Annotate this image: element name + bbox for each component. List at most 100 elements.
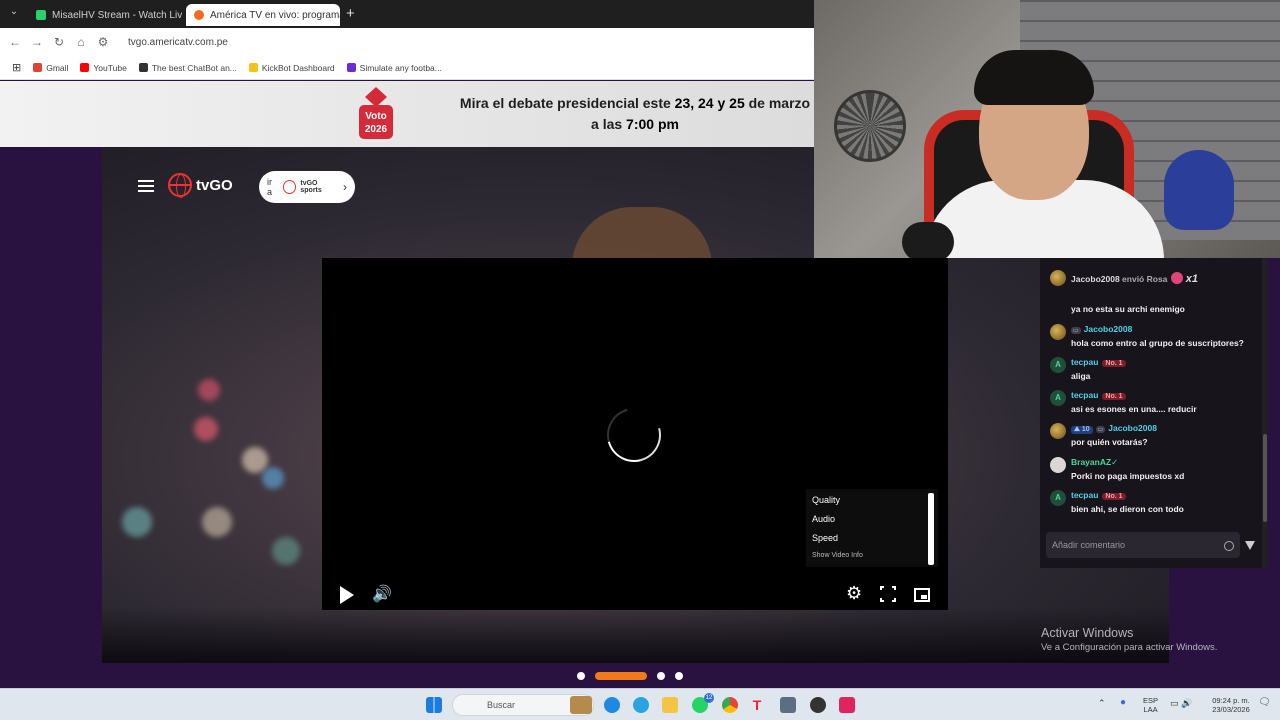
settings-menu: Quality Audio Speed Show Video Info <box>806 489 938 567</box>
windows-start-icon[interactable] <box>426 697 442 713</box>
apps-grid-icon[interactable]: ⊞ <box>12 61 21 74</box>
picture-in-picture-icon[interactable] <box>914 588 930 602</box>
menu-icon[interactable] <box>138 180 154 192</box>
browser-tab-bar: ⌄ MisaelHV Stream - Watch Live ✕ América… <box>0 0 814 28</box>
language-indicator[interactable]: ESP LAA <box>1143 696 1158 714</box>
avatar <box>1050 457 1066 473</box>
avatar: A <box>1050 390 1066 406</box>
menu-item-quality[interactable]: Quality <box>812 495 840 505</box>
obs-icon[interactable] <box>810 697 826 713</box>
bokeh-light <box>272 537 300 565</box>
carousel-dot[interactable] <box>577 672 585 680</box>
telegram-icon[interactable] <box>633 697 649 713</box>
loading-spinner-icon <box>597 398 671 472</box>
windows-activation-watermark: Activar Windows Ve a Configuración para … <box>1041 626 1218 653</box>
tab-search-icon[interactable]: ⌄ <box>6 6 22 22</box>
plush-toy <box>1164 150 1234 230</box>
play-icon[interactable] <box>340 586 354 604</box>
taskbar: Buscar 12 T ⌃ ● ESP LAA ▭ 🔊 09:24 p. m. 23… <box>0 688 1280 720</box>
america-favicon-icon <box>194 10 204 20</box>
menu-item-audio[interactable]: Audio <box>812 514 835 524</box>
tab-title: MisaelHV Stream - Watch Live <box>52 9 182 21</box>
gmail-icon <box>33 63 43 72</box>
bookmark-kickbot[interactable]: KickBot Dashboard <box>248 63 335 73</box>
whatsapp-badge: 12 <box>704 693 714 703</box>
edge-icon[interactable] <box>604 697 620 713</box>
home-icon[interactable]: ⌂ <box>70 35 92 49</box>
tab-title: América TV en vivo: programac <box>210 9 340 21</box>
top-gifter-badge: No. 1 <box>1102 393 1126 400</box>
clock[interactable]: 09:24 p. m. 23/03/2026 <box>1206 696 1256 714</box>
menu-scrollbar[interactable] <box>928 493 934 565</box>
tab-america-tv[interactable]: América TV en vivo: programac ✕ <box>186 4 340 26</box>
bokeh-light <box>202 507 232 537</box>
banner-text: Mira el debate presidencial este 23, 24 … <box>459 95 811 132</box>
chat-input[interactable]: Añadir comentario <box>1046 532 1240 558</box>
carousel-dot-active[interactable] <box>595 672 647 680</box>
gift-user: Jacobo2008 envió Rosa x1 <box>1071 272 1199 285</box>
webcam-overlay <box>814 0 1280 258</box>
notifications-icon[interactable]: 🗨 <box>1258 698 1271 708</box>
fullscreen-icon[interactable] <box>879 585 897 603</box>
chat-scrollbar[interactable] <box>1262 258 1268 568</box>
rose-icon <box>1171 272 1184 284</box>
avatar <box>1050 270 1066 286</box>
video-player[interactable]: Quality Audio Speed Show Video Info 🔊 ⚙ <box>322 258 948 610</box>
chrome-icon[interactable] <box>722 697 738 713</box>
new-tab-button[interactable]: + <box>346 5 355 22</box>
subscriber-badge: ▭ <box>1095 426 1106 433</box>
chevron-right-icon: › <box>343 180 347 194</box>
youtube-icon <box>80 63 90 72</box>
reload-icon[interactable]: ↻ <box>48 35 70 49</box>
top-gifter-badge: No. 1 <box>1102 493 1126 500</box>
emoji-icon[interactable] <box>1224 541 1234 551</box>
menu-item-show-video-info[interactable]: Show Video Info <box>812 552 863 559</box>
bokeh-light <box>194 417 218 441</box>
avatar: A <box>1050 490 1066 506</box>
bookmark-youtube[interactable]: YouTube <box>80 63 127 73</box>
tab-misaelhv-stream[interactable]: MisaelHV Stream - Watch Live ✕ <box>28 4 182 26</box>
avatar <box>1050 324 1066 340</box>
kick-favicon-icon <box>36 10 46 20</box>
calculator-icon[interactable] <box>780 697 796 713</box>
stream-chat: Jacobo2008 envió Rosa x1 ya no esta su a… <box>1040 258 1268 568</box>
t-app-icon[interactable]: T <box>749 697 765 713</box>
bookmarks-bar: ⊞ Gmail YouTube The best ChatBot an... K… <box>0 56 814 80</box>
bookmark-chatbot[interactable]: The best ChatBot an... <box>138 63 237 73</box>
avatar <box>1050 423 1066 439</box>
forward-icon[interactable]: → <box>26 35 48 49</box>
fan-image <box>834 90 906 162</box>
level-badge: ⛰ 10 <box>1071 426 1093 434</box>
carousel-dot[interactable] <box>675 672 683 680</box>
bookmark-gmail[interactable]: Gmail <box>33 63 68 73</box>
carousel-dot[interactable] <box>657 672 665 680</box>
tiktok-icon[interactable] <box>839 697 855 713</box>
america-globe-icon <box>168 173 192 198</box>
mic-tray-icon[interactable]: ● <box>1120 698 1126 708</box>
network-volume-icon[interactable]: ▭ 🔊 <box>1170 699 1192 708</box>
debate-banner[interactable]: Voto 2026 Mira el debate presidencial es… <box>0 81 814 147</box>
svg-text:2026: 2026 <box>365 124 388 135</box>
menu-item-speed[interactable]: Speed <box>812 533 838 543</box>
search-highlight-icon[interactable] <box>570 696 592 714</box>
tray-overflow-icon[interactable]: ⌃ <box>1098 699 1106 708</box>
football-sim-icon <box>346 63 356 72</box>
stage-fade <box>102 607 1169 663</box>
back-icon[interactable]: ← <box>4 35 26 49</box>
file-explorer-icon[interactable] <box>662 697 678 713</box>
settings-gear-icon[interactable]: ⚙ <box>846 583 862 604</box>
send-icon[interactable] <box>1245 541 1255 550</box>
kickbot-icon <box>248 63 258 72</box>
url-field[interactable]: tvgo.americatv.com.pe <box>128 37 228 48</box>
site-info-icon[interactable]: ⚙ <box>92 35 114 49</box>
bokeh-light <box>242 447 268 473</box>
subscriber-badge: ▭ <box>1071 327 1081 334</box>
bokeh-light <box>198 379 220 401</box>
bookmark-football-sim[interactable]: Simulate any footba... <box>346 63 442 73</box>
volume-icon[interactable]: 🔊 <box>372 584 392 604</box>
avatar: A <box>1050 357 1066 373</box>
tvgo-logo[interactable]: tvGO <box>168 173 233 198</box>
streamer-hair <box>974 50 1094 105</box>
tvgo-sports-globe-icon <box>282 180 297 194</box>
go-to-tvgo-sports-button[interactable]: ir a tvGO sports › <box>259 171 355 203</box>
